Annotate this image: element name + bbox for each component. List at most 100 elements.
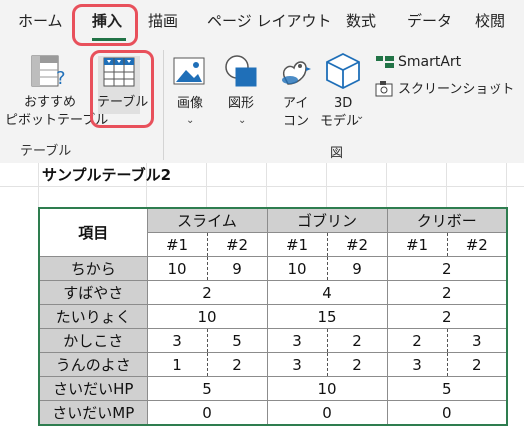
image-icon (173, 57, 205, 85)
value-cell[interactable]: 3 (146, 328, 208, 353)
table-row: たいりょく 10 15 2 (38, 304, 508, 329)
value-cell[interactable]: 2 (326, 352, 388, 377)
gridline (446, 163, 447, 211)
models-label: モデル (320, 114, 360, 129)
row-label-cell[interactable]: ちから (38, 256, 148, 281)
table-row: さいだいMP 0 0 0 (38, 400, 508, 426)
tab-review[interactable]: 校閲 (475, 10, 505, 31)
gridline (206, 163, 207, 211)
row-label-cell[interactable]: かしこさ (38, 328, 148, 353)
svg-text:?: ? (56, 68, 66, 89)
3d-models-button[interactable] (325, 52, 361, 94)
icons-label-2: コン (283, 114, 310, 129)
value-cell[interactable]: 3 (266, 352, 328, 377)
gridline (326, 163, 327, 211)
tab-home[interactable]: ホーム (18, 10, 63, 31)
image-button[interactable] (172, 56, 208, 92)
value-cell[interactable]: 10 (146, 304, 268, 329)
value-cell[interactable]: 2 (386, 256, 508, 281)
value-cell[interactable]: 2 (326, 328, 388, 353)
gridline (266, 163, 267, 211)
value-cell[interactable]: 2 (386, 328, 448, 353)
table-row: さいだいHP 5 10 5 (38, 376, 508, 401)
smartart-icon (376, 56, 394, 68)
sheet-caption: サンプルテーブル2 (42, 166, 172, 184)
value-cell[interactable]: 15 (266, 304, 388, 329)
value-cell[interactable]: 2 (446, 352, 508, 377)
header-sub-cell[interactable]: #2 (206, 232, 268, 257)
header-group-cell[interactable]: ゴブリン (266, 207, 388, 233)
smartart-button[interactable] (375, 54, 395, 74)
value-cell[interactable]: 5 (206, 328, 268, 353)
tab-draw[interactable]: 描画 (148, 10, 178, 31)
value-cell[interactable]: 9 (326, 256, 388, 281)
value-cell[interactable]: 5 (386, 376, 508, 401)
value-cell[interactable]: 10 (266, 376, 388, 401)
value-cell[interactable]: 10 (146, 256, 208, 281)
value-cell[interactable]: 2 (146, 280, 268, 305)
header-sub-cell[interactable]: #2 (326, 232, 388, 257)
icons-button[interactable] (276, 54, 312, 94)
tab-data[interactable]: データ (407, 10, 452, 31)
value-cell[interactable]: 3 (266, 328, 328, 353)
value-cell[interactable]: 2 (386, 280, 508, 305)
value-cell[interactable]: 10 (266, 256, 328, 281)
shapes-label: 図形 (228, 96, 255, 111)
pivot-table-icon: ? (31, 55, 66, 89)
cube-icon (326, 52, 360, 90)
shapes-icon (225, 55, 257, 87)
row-label-cell[interactable]: さいだいMP (38, 400, 148, 426)
value-cell[interactable]: 3 (386, 352, 448, 377)
camera-icon (375, 81, 393, 97)
illustrations-group-label: 図 (330, 146, 344, 161)
value-cell[interactable]: 5 (146, 376, 268, 401)
row-label-cell[interactable]: すばやさ (38, 280, 148, 305)
group-separator (163, 50, 164, 160)
header-group-cell[interactable]: クリボー (386, 207, 508, 233)
table-row: すばやさ 2 4 2 (38, 280, 508, 305)
table-row: うんのよさ 1 2 3 2 3 2 (38, 352, 508, 377)
value-cell[interactable]: 0 (266, 400, 388, 426)
ribbon: ホーム 挿入 描画 ページ レイアウト 数式 データ 校閲 ? おすすめ ピボッ… (0, 0, 524, 163)
value-cell[interactable]: 9 (206, 256, 268, 281)
value-cell[interactable]: 0 (386, 400, 508, 426)
shapes-chevron-icon[interactable]: ⌄ (238, 115, 246, 126)
value-cell[interactable]: 3 (446, 328, 508, 353)
value-cell[interactable]: 2 (386, 304, 508, 329)
image-chevron-icon[interactable]: ⌄ (186, 115, 194, 126)
row-label-cell[interactable]: うんのよさ (38, 352, 148, 377)
shapes-button[interactable] (224, 54, 260, 94)
value-cell[interactable]: 4 (266, 280, 388, 305)
header-sub-cell[interactable]: #1 (386, 232, 448, 257)
icons-label-1: アイ (283, 96, 309, 111)
table-group-label: テーブル (20, 144, 72, 159)
value-cell[interactable]: 2 (206, 352, 268, 377)
gridline (38, 163, 39, 211)
insert-tab-highlight (72, 4, 138, 46)
value-cell[interactable]: 0 (146, 400, 268, 426)
recommended-pivot-label-1: おすすめ (24, 95, 77, 110)
recommended-pivot-button[interactable]: ? (30, 54, 70, 94)
header-item-cell[interactable]: 項目 (38, 207, 148, 257)
icons-icon (282, 61, 311, 85)
gridline (386, 163, 387, 211)
smartart-label[interactable]: SmartArt (398, 54, 461, 71)
row-label-cell[interactable]: さいだいHP (38, 376, 148, 401)
models-chevron-icon[interactable]: ⌄ (356, 111, 364, 122)
value-cell[interactable]: 1 (146, 352, 208, 377)
table-button-highlight (90, 50, 154, 128)
table-row: ちから 10 9 10 9 2 (38, 256, 508, 281)
table-row: かしこさ 3 5 3 2 2 3 (38, 328, 508, 353)
row-label-cell[interactable]: たいりょく (38, 304, 148, 329)
tab-page-layout[interactable]: ページ レイアウト (207, 10, 331, 31)
3d-label: 3D (334, 96, 353, 111)
gridline (506, 163, 507, 211)
screenshot-button[interactable] (375, 80, 395, 102)
header-sub-cell[interactable]: #1 (266, 232, 328, 257)
header-group-cell[interactable]: スライム (146, 207, 268, 233)
tab-formulas[interactable]: 数式 (346, 10, 376, 31)
sample-table: 項目 スライム ゴブリン クリボー #1 #2 #1 #2 #1 #2 ちから 1… (38, 207, 508, 426)
header-sub-cell[interactable]: #1 (146, 232, 208, 257)
screenshot-chevron-icon[interactable]: ⌄ (494, 78, 502, 89)
header-sub-cell[interactable]: #2 (446, 232, 508, 257)
